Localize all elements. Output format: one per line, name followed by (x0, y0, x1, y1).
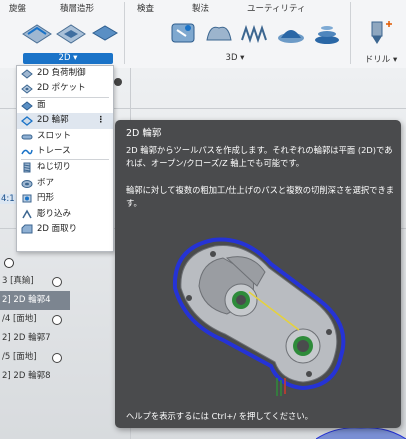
engrave-icon (22, 209, 32, 218)
2d-dropdown-menu: 2D 負荷制御 2D ポケット 面 2D 輪郭 ⋮ スロット トレース ねじ切り… (16, 65, 114, 252)
menu-item-circular[interactable]: 円形 (17, 191, 113, 206)
radio-icon[interactable] (4, 258, 14, 268)
slot-icon (21, 134, 33, 140)
menu-item-trace[interactable]: トレース (17, 144, 113, 159)
browser-row[interactable]: 2] 2D 輪郭4 (0, 291, 70, 310)
3d-parallel-tool-icon[interactable] (238, 18, 272, 48)
tab-fabrication[interactable]: 製法 (192, 2, 209, 14)
3d-adaptive-tool-icon[interactable] (166, 18, 200, 48)
adaptive-clearing-icon (21, 69, 33, 79)
browser-tree: 3 [真鍮] 2] 2D 輪郭4 /4 [面地] 2] 2D 輪郭7 /5 [面… (0, 272, 70, 386)
menu-item-2d-pocket[interactable]: 2D ポケット (17, 81, 113, 96)
chamfer-icon (21, 224, 33, 234)
2d-adaptive-tool-icon[interactable] (20, 18, 54, 48)
tooltip-help-hint: ヘルプを表示するには Ctrl+/ を押してください。 (126, 411, 313, 421)
face-icon (21, 101, 33, 111)
visibility-icon[interactable] (52, 353, 62, 363)
trace-icon (21, 149, 33, 155)
thread-icon (23, 162, 31, 173)
bore-icon (21, 179, 33, 188)
visibility-icon[interactable] (52, 277, 62, 287)
drill-group-dropdown[interactable]: ドリル ▾ (358, 53, 404, 65)
menu-item-engrave[interactable]: 彫り込み (17, 207, 113, 222)
menu-item-bore[interactable]: ボア (17, 176, 113, 191)
tooltip-panel: 2D 輪郭 2D 輪郭からツールパスを作成します。それぞれの輪郭は平面 (2D)… (115, 120, 401, 428)
browser-row[interactable]: /5 [面地] (0, 348, 70, 367)
ribbon-separator (124, 2, 125, 64)
contour-icon (21, 116, 33, 127)
browser-row[interactable]: 2] 2D 輪郭7 (0, 329, 70, 348)
3d-contour-tool-icon[interactable] (274, 18, 308, 48)
tab-utilities[interactable]: ユーティリティ (247, 2, 305, 14)
2d-face-tool-icon[interactable] (88, 18, 122, 48)
2d-group-dropdown[interactable]: 2D ▾ (23, 53, 113, 64)
menu-item-face[interactable]: 面 (17, 98, 113, 113)
drill-tool-icon[interactable] (360, 18, 394, 48)
menu-item-slot[interactable]: スロット (17, 129, 113, 144)
menu-item-2d-adaptive[interactable]: 2D 負荷制御 (17, 66, 113, 81)
3d-pocket-tool-icon[interactable] (202, 18, 236, 48)
visibility-icon[interactable] (52, 315, 62, 325)
browser-row[interactable]: 2] 2D 輪郭8 (0, 367, 70, 386)
menu-item-thread[interactable]: ねじ切り (17, 160, 113, 175)
menu-side-handle[interactable] (114, 78, 122, 86)
tooltip-description: 2D 輪郭からツールパスを作成します。それぞれの輪郭は平面 (2D)であれば、オ… (126, 145, 393, 168)
tooltip-title: 2D 輪郭 (126, 128, 162, 139)
circular-icon (22, 194, 32, 203)
browser-row[interactable]: /4 [面地] (0, 310, 70, 329)
tooltip-description-2: 輪郭に対して複数の粗加工/仕上げのパスと複数の切削深さを選択できます。 (126, 185, 395, 208)
more-options-icon[interactable]: ⋮ (97, 113, 106, 128)
menu-item-2d-chamfer[interactable]: 2D 面取り (17, 222, 113, 237)
3d-scallop-tool-icon[interactable] (310, 18, 344, 48)
contour-toolpath-preview-image (172, 237, 346, 396)
2d-pocket-tool-icon[interactable] (54, 18, 88, 48)
side-label: 4:1 (0, 194, 16, 204)
pocket-icon (21, 84, 33, 95)
tab-turning[interactable]: 旋盤 (9, 2, 26, 14)
browser-radio-area (0, 254, 16, 270)
ribbon-separator (350, 2, 351, 64)
browser-row[interactable]: 3 [真鍮] (0, 272, 70, 291)
ribbon-tabs: 旋盤 積層造形 検査 製法 ユーティリティ (0, 2, 406, 16)
tab-additive[interactable]: 積層造形 (60, 2, 94, 14)
3d-group-dropdown[interactable]: 3D ▾ (210, 53, 260, 64)
tab-inspection[interactable]: 検査 (137, 2, 154, 14)
toolbar-ribbon: 旋盤 積層造形 検査 製法 ユーティリティ 2D ▾ 3D ▾ ドリル ▾ (0, 0, 406, 69)
menu-item-2d-contour[interactable]: 2D 輪郭 ⋮ (17, 113, 113, 129)
